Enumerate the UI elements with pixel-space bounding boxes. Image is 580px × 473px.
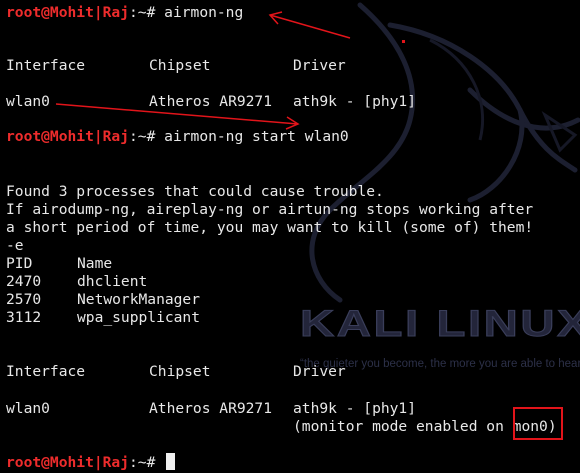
arrow-head-icon [268, 11, 283, 25]
prompt-separator: :~# [129, 454, 165, 471]
arrow-to-airmon [269, 14, 351, 39]
prompt-user: root@Mohit|Raj [6, 128, 130, 145]
list-item: 3112 wpa_supplicant [6, 309, 306, 327]
process-name: wpa_supplicant [77, 309, 201, 326]
process-header: PID Name [6, 255, 306, 273]
process-header-name: Name [77, 255, 113, 272]
prompt-user: root@Mohit|Raj [6, 4, 130, 21]
prompt-separator: :~# [129, 128, 165, 145]
header-interface: Interface [6, 57, 86, 74]
prompt-line-3[interactable]: root@Mohit|Raj:~# [6, 453, 176, 471]
command-airmon-start: airmon-ng start wlan0 [164, 128, 349, 145]
row-driver: ath9k - [phy1] [293, 93, 417, 110]
header-chipset: Chipset [149, 57, 211, 74]
table-header-2: Interface Chipset Driver [6, 363, 566, 381]
row-chipset: Atheros AR9271 [149, 400, 273, 417]
header-chipset: Chipset [149, 363, 211, 380]
kali-linux-logo: KALI LINUX [299, 303, 580, 345]
prompt-line-1: root@Mohit|Raj:~# airmon-ng [6, 4, 243, 22]
warning-line-1: Found 3 processes that could cause troub… [6, 183, 384, 200]
table-header-1: Interface Chipset Driver [6, 57, 566, 75]
prompt-user: root@Mohit|Raj [6, 454, 130, 471]
row-interface: wlan0 [6, 400, 50, 417]
header-driver: Driver [293, 57, 346, 74]
prompt-separator: :~# [129, 4, 165, 21]
process-header-pid: PID [6, 255, 33, 272]
command-airmon: airmon-ng [164, 4, 244, 21]
warning-line-3: a short period of time, you may want to … [6, 219, 534, 236]
process-pid: 3112 [6, 309, 42, 326]
text-cursor[interactable] [166, 453, 176, 470]
list-item: 2570 NetworkManager [6, 291, 306, 309]
list-item: 2470 dhclient [6, 273, 306, 291]
process-pid: 2470 [6, 273, 42, 290]
row-interface: wlan0 [6, 93, 50, 110]
header-driver: Driver [293, 363, 346, 380]
row-driver: ath9k - [phy1] [293, 400, 417, 417]
warning-line-4: -e [6, 237, 24, 254]
monitor-prefix: (monitor mode enabled on [293, 418, 513, 435]
process-name: NetworkManager [77, 291, 201, 308]
red-dot-icon [402, 40, 405, 43]
terminal-window[interactable]: KALI LINUX “the quieter you become, the … [0, 0, 580, 473]
row-chipset: Atheros AR9271 [149, 93, 273, 110]
header-interface: Interface [6, 363, 86, 380]
table-row-2: wlan0 Atheros AR9271 ath9k - [phy1] [6, 400, 566, 418]
process-pid: 2570 [6, 291, 42, 308]
monitor-mode-line: (monitor mode enabled on mon0) [6, 418, 566, 436]
warning-line-2: If airodump-ng, aireplay-ng or airtun-ng… [6, 201, 534, 218]
mon0-highlight-box [513, 407, 563, 440]
table-row-1: wlan0 Atheros AR9271 ath9k - [phy1] [6, 93, 566, 111]
prompt-line-2: root@Mohit|Raj:~# airmon-ng start wlan0 [6, 128, 349, 146]
process-name: dhclient [77, 273, 148, 290]
